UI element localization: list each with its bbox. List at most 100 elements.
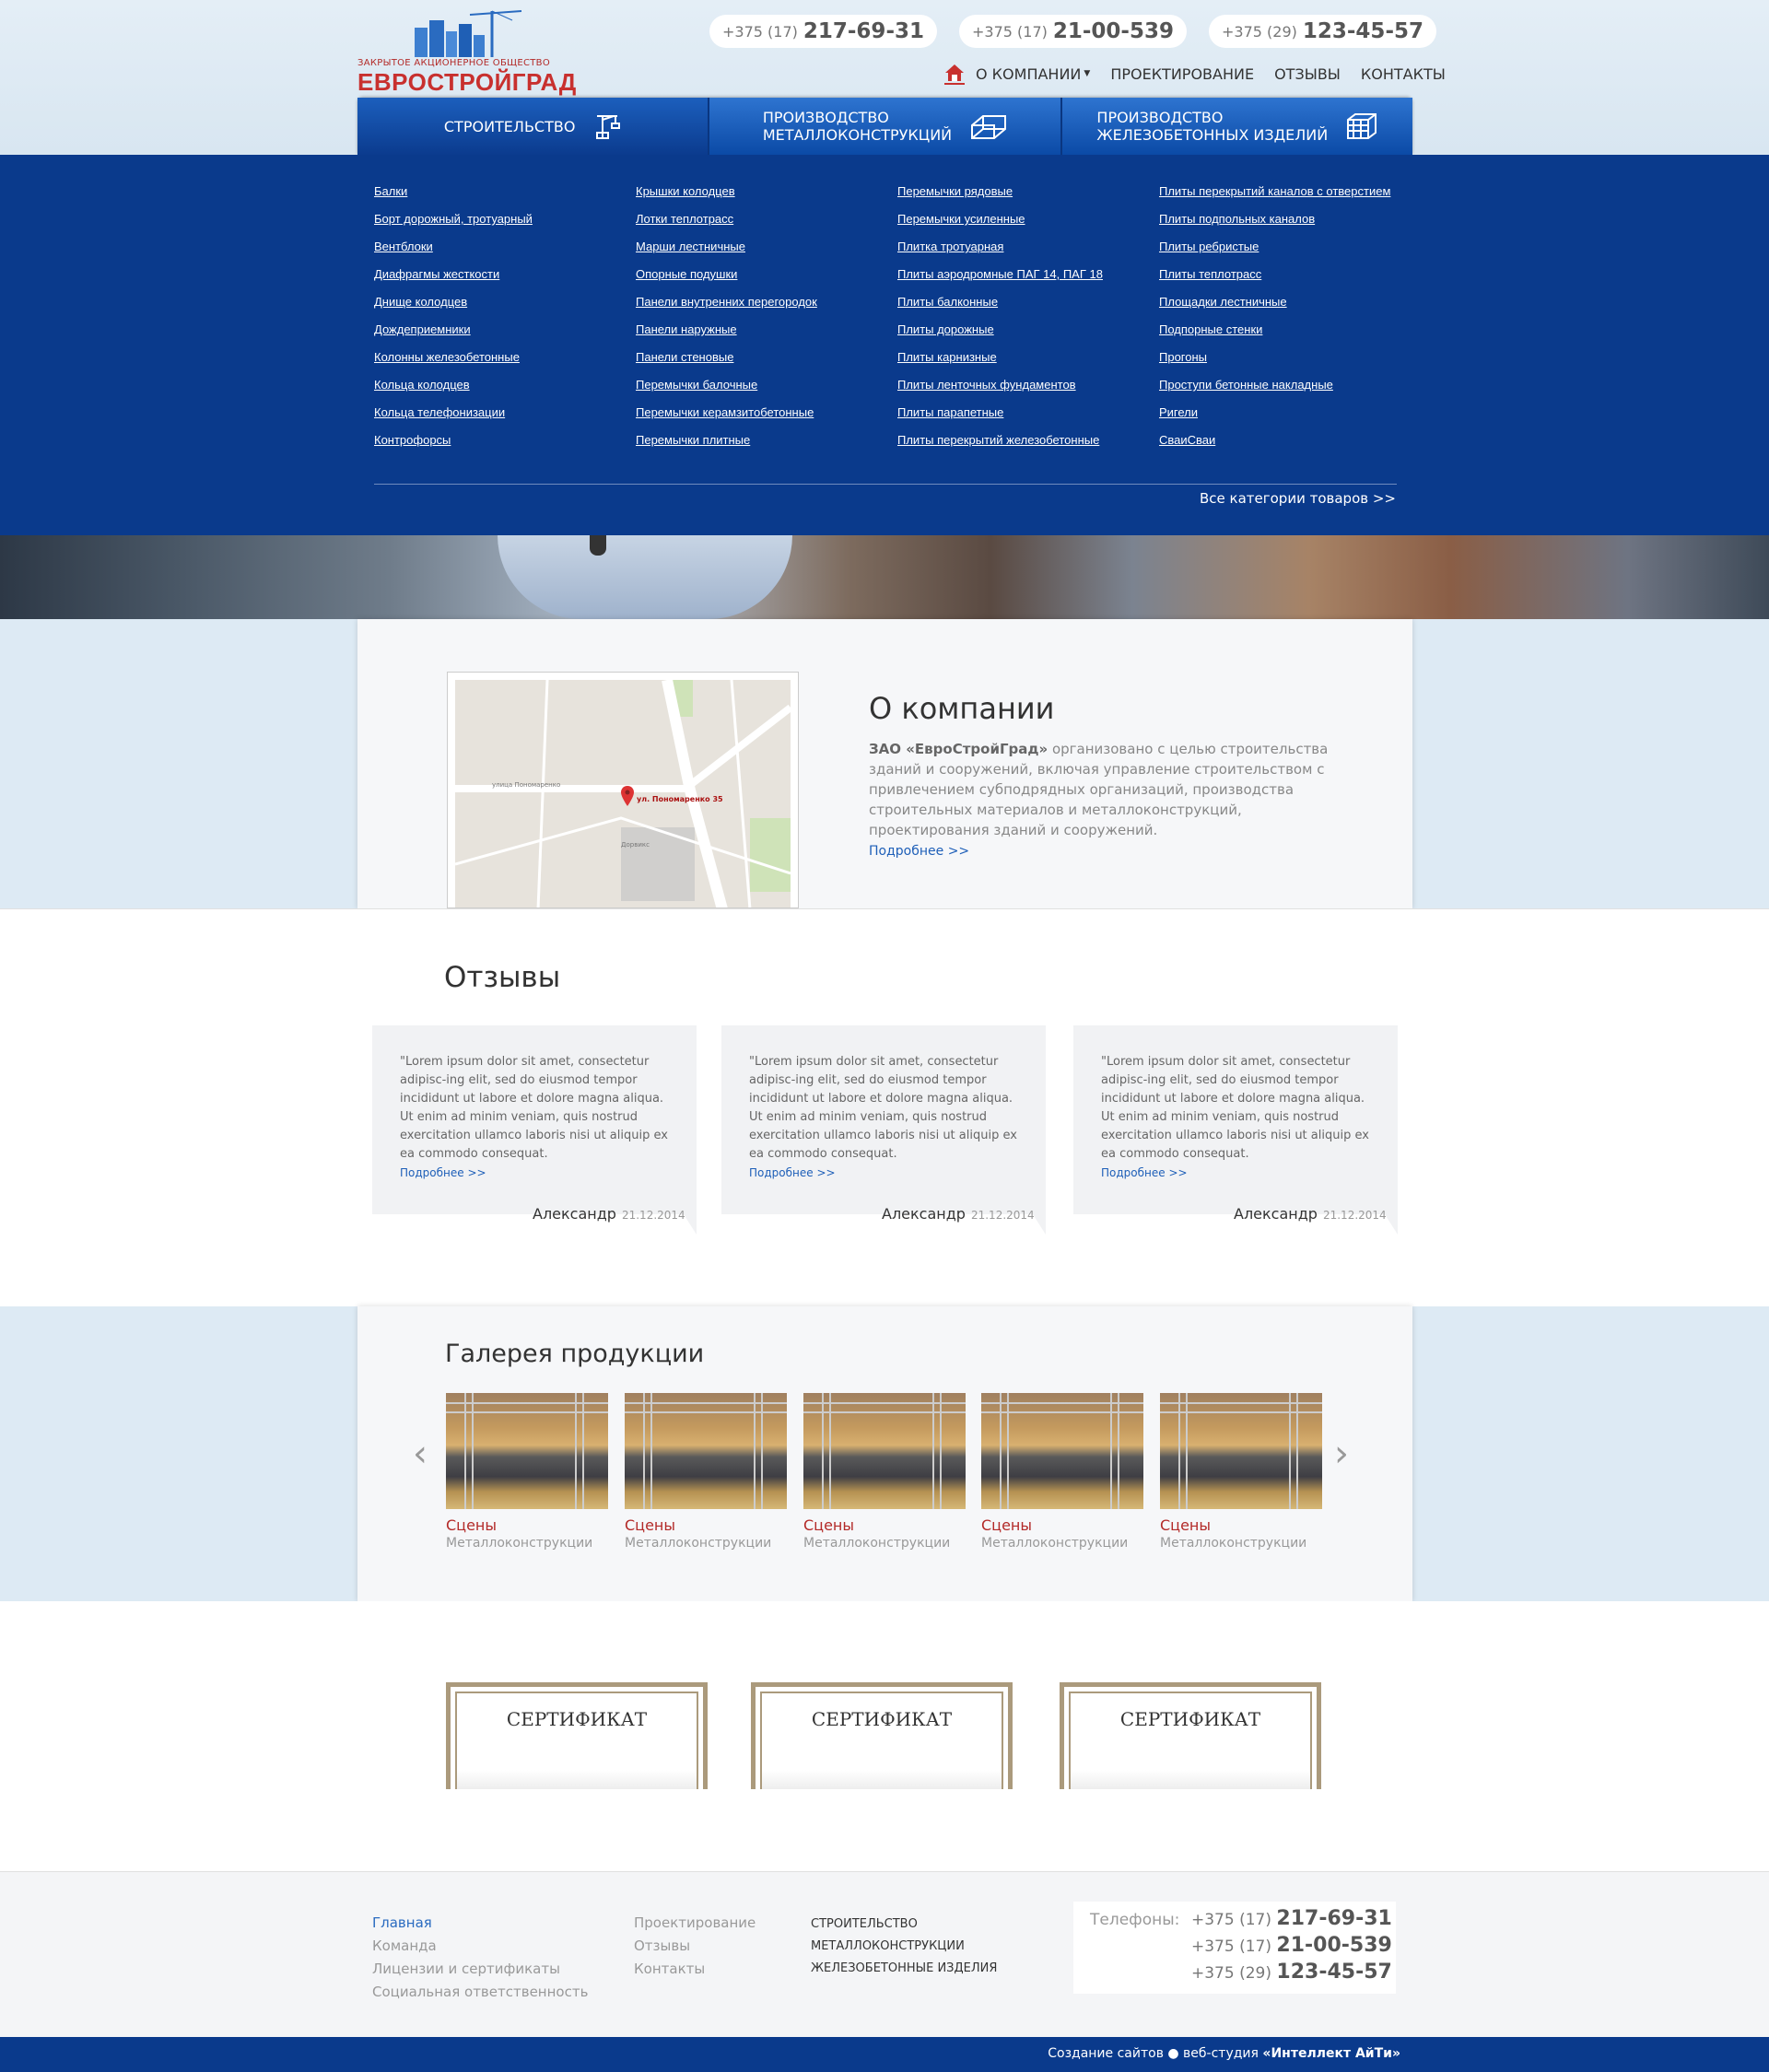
menu-link[interactable]: Площадки лестничные [1159,293,1421,310]
nav-design[interactable]: ПРОЕКТИРОВАНИЕ [1110,65,1254,83]
menu-link[interactable]: Плиты парапетные [897,404,1159,421]
menu-link[interactable]: Борт дорожный, тротуарный [374,210,636,228]
footer-link-concrete[interactable]: ЖЕЛЕЗОБЕТОННЫЕ ИЗДЕЛИЯ [811,1961,997,1975]
menu-link[interactable]: Дождеприемники [374,321,636,338]
menu-link[interactable]: Днище колодцев [374,293,636,310]
footer-link-reviews[interactable]: Отзывы [634,1937,756,1954]
menu-link[interactable]: Плиты ленточных фундаментов [897,376,1159,393]
gallery-item[interactable]: Сцены Металлоконструкции [1160,1393,1322,1551]
menu-link[interactable]: Балки [374,182,636,200]
menu-link[interactable]: Плиты перекрытий каналов с отверстием [1159,182,1421,200]
gallery-title: Галерея продукции [445,1340,705,1368]
footer-phone-1[interactable]: +375 (17) 217-69-31 [1191,1907,1392,1930]
footer-phone-2[interactable]: +375 (17) 21-00-539 [1191,1934,1392,1957]
menu-link[interactable]: Плиты ребристые [1159,238,1421,255]
about-more-link[interactable]: Подробнее >> [869,844,969,859]
gallery-item[interactable]: Сцены Металлоконструкции [625,1393,787,1551]
footer-link-metal[interactable]: МЕТАЛЛОКОНСТРУКЦИИ [811,1939,997,1953]
all-categories-link[interactable]: Все категории товаров >> [1200,490,1396,507]
review-more-link[interactable]: Подробнее >> [749,1166,836,1179]
menu-link[interactable]: Подпорные стенки [1159,321,1421,338]
menu-link[interactable]: Крышки колодцев [636,182,897,200]
gallery-item-name[interactable]: Сцены [625,1516,787,1534]
menu-link[interactable]: Вентблоки [374,238,636,255]
menu-link[interactable]: Ригели [1159,404,1421,421]
gallery-item-category: Металлоконструкции [981,1536,1129,1551]
menu-link[interactable]: Плиты перекрытий железобетонные [897,431,1159,449]
menu-link[interactable]: Проступи бетонные накладные [1159,376,1421,393]
certificate-card[interactable]: СЕРТИФИКАТ [1060,1682,1321,1789]
phone-2[interactable]: +375 (17) 21-00-539 [959,15,1187,48]
nav-contacts[interactable]: КОНТАКТЫ [1361,65,1446,83]
footer-link-contacts[interactable]: Контакты [634,1961,756,1977]
menu-link[interactable]: СваиСваи [1159,431,1421,449]
gallery-image[interactable] [803,1393,966,1509]
menu-link[interactable]: Диафрагмы жесткости [374,265,636,283]
tab-construction[interactable]: СТРОИТЕЛЬСТВО [357,98,710,155]
menu-link[interactable]: Плиты балконные [897,293,1159,310]
nav-reviews[interactable]: ОТЗЫВЫ [1274,65,1341,83]
menu-link[interactable]: Перемычки плитные [636,431,897,449]
menu-link[interactable]: Лотки теплотрасс [636,210,897,228]
tab-concrete[interactable]: ПРОИЗВОДСТВО ЖЕЛЕЗОБЕТОННЫХ ИЗДЕЛИЙ [1061,98,1412,155]
chevron-right-icon[interactable]: › [1334,1435,1349,1472]
menu-link[interactable]: Кольца телефонизации [374,404,636,421]
menu-link[interactable]: Контрофорсы [374,431,636,449]
menu-link[interactable]: Панели стеновые [636,348,897,366]
footer-link-home[interactable]: Главная [372,1914,588,1931]
footer-link-team[interactable]: Команда [372,1937,588,1954]
menu-link[interactable]: Плиты аэродромные ПАГ 14, ПАГ 18 [897,265,1159,283]
logo[interactable]: ЗАКРЫТОЕ АКЦИОНЕРНОЕ ОБЩЕСТВО ЕВРОСТРОЙГ… [357,7,576,96]
review-date: 21.12.2014 [621,1209,685,1222]
footer-phone-3[interactable]: +375 (29) 123-45-57 [1191,1961,1392,1984]
gallery-item-name[interactable]: Сцены [1160,1516,1322,1534]
gallery-item[interactable]: Сцены Металлоконструкции [446,1393,608,1551]
menu-link[interactable]: Колонны железобетонные [374,348,636,366]
gallery-item[interactable]: Сцены Металлоконструкции [981,1393,1143,1551]
footer-link-licenses[interactable]: Лицензии и сертификаты [372,1961,588,1977]
review-more-link[interactable]: Подробнее >> [400,1166,486,1179]
gallery-image[interactable] [1160,1393,1322,1509]
gallery-item-name[interactable]: Сцены [803,1516,966,1534]
map-canvas[interactable]: ул. Пономаренко 35 улица Пономаренко Дор… [455,680,791,907]
gallery-image[interactable] [981,1393,1143,1509]
gallery-image[interactable] [625,1393,787,1509]
footer-link-design[interactable]: Проектирование [634,1914,756,1931]
review-author: Александр 21.12.2014 [882,1205,1035,1223]
gallery-item[interactable]: Сцены Металлоконструкции [803,1393,966,1551]
gallery-item-name[interactable]: Сцены [981,1516,1143,1534]
map-pin-icon[interactable] [621,786,634,806]
menu-link[interactable]: Перемычки рядовые [897,182,1159,200]
menu-link[interactable]: Плитка тротуарная [897,238,1159,255]
menu-column-3: Перемычки рядовые Перемычки усиленные Пл… [897,182,1159,449]
menu-link[interactable]: Кольца колодцев [374,376,636,393]
nav-about[interactable]: О КОМПАНИИ ▼ [976,65,1090,83]
certificate-card[interactable]: СЕРТИФИКАТ [446,1682,708,1789]
footer-link-social[interactable]: Социальная ответственность [372,1984,588,2000]
tab-metal[interactable]: ПРОИЗВОДСТВО МЕТАЛЛОКОНСТРУКЦИЙ [709,98,1062,155]
review-more-link[interactable]: Подробнее >> [1101,1166,1188,1179]
menu-link[interactable]: Марши лестничные [636,238,897,255]
phone-code: +375 (17) [722,22,798,41]
phone-1[interactable]: +375 (17) 217-69-31 [709,15,937,48]
map[interactable]: ул. Пономаренко 35 улица Пономаренко Дор… [447,672,799,908]
phone-3[interactable]: +375 (29) 123-45-57 [1209,15,1436,48]
home-icon[interactable] [944,63,965,85]
menu-link[interactable]: Панели внутренних перегородок [636,293,897,310]
menu-link[interactable]: Прогоны [1159,348,1421,366]
chevron-left-icon[interactable]: ‹ [413,1435,428,1472]
menu-link[interactable]: Плиты дорожные [897,321,1159,338]
footer-link-construction[interactable]: СТРОИТЕЛЬСТВО [811,1917,997,1931]
menu-link[interactable]: Плиты теплотрасс [1159,265,1421,283]
menu-link[interactable]: Перемычки керамзитобетонные [636,404,897,421]
gallery-image[interactable] [446,1393,608,1509]
menu-link[interactable]: Перемычки усиленные [897,210,1159,228]
menu-link[interactable]: Панели наружные [636,321,897,338]
menu-link[interactable]: Опорные подушки [636,265,897,283]
menu-link[interactable]: Плиты подпольных каналов [1159,210,1421,228]
developer-credit[interactable]: Создание сайтов ● веб-студия «Интеллект … [1048,2046,1400,2061]
certificate-card[interactable]: СЕРТИФИКАТ [751,1682,1013,1789]
menu-link[interactable]: Плиты карнизные [897,348,1159,366]
gallery-item-name[interactable]: Сцены [446,1516,608,1534]
menu-link[interactable]: Перемычки балочные [636,376,897,393]
